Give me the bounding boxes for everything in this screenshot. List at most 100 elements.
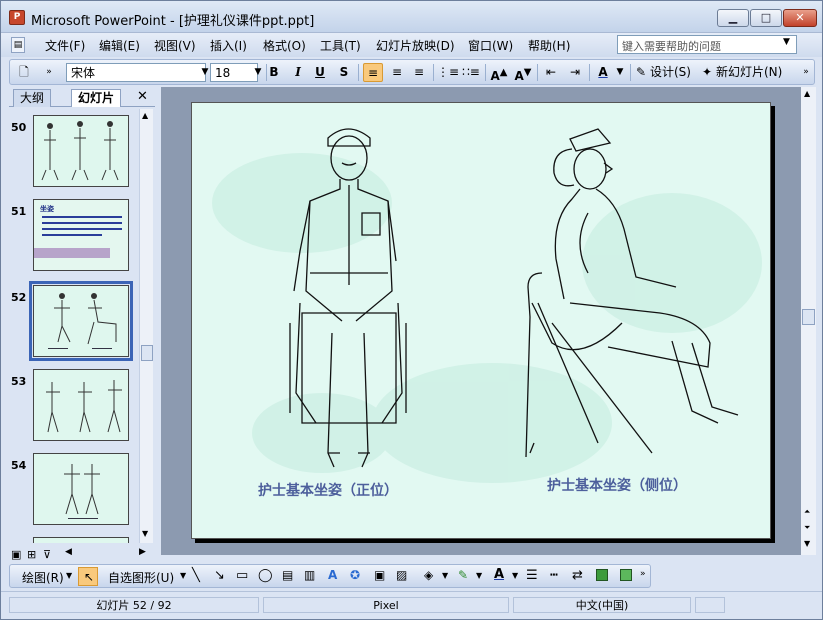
slideshow-view-icon[interactable]: ⊽ bbox=[43, 548, 51, 561]
slide-thumbnail-53[interactable] bbox=[33, 369, 129, 441]
caption-side-posture[interactable]: 护士基本坐姿（侧位） bbox=[547, 475, 687, 495]
arrow-style-icon[interactable]: ⇄ bbox=[572, 568, 583, 583]
line-color-dropdown-icon[interactable]: ▼ bbox=[476, 571, 482, 580]
font-name-select[interactable]: 宋体 bbox=[66, 63, 206, 82]
increase-indent-icon[interactable]: ⇥ bbox=[565, 63, 585, 82]
menu-edit[interactable]: 编辑(E) bbox=[99, 37, 140, 54]
scroll-thumb[interactable] bbox=[141, 345, 153, 361]
tab-slides[interactable]: 幻灯片 bbox=[71, 89, 122, 107]
fill-color-icon[interactable]: ◈ bbox=[424, 568, 433, 582]
align-left-icon[interactable]: ≡ bbox=[363, 63, 383, 82]
picture-icon[interactable]: ▨ bbox=[396, 568, 407, 582]
fill-dropdown-icon[interactable]: ▼ bbox=[442, 571, 448, 580]
slide-thumbnail-50[interactable] bbox=[33, 115, 129, 187]
close-button[interactable]: ✕ bbox=[783, 9, 817, 27]
menu-tools[interactable]: 工具(T) bbox=[320, 37, 361, 54]
3d-style-icon[interactable] bbox=[620, 569, 632, 581]
slide-sorter-view-icon[interactable]: ⊞ bbox=[27, 548, 36, 561]
increase-font-icon[interactable]: A▲ bbox=[489, 63, 509, 83]
drawing-toolbar: 绘图(R) ▼ ↖ 自选图形(U) ▼ ╲ ↘ ▭ ◯ ▤ ▥ A ✪ ▣ ▨ … bbox=[9, 564, 651, 588]
oval-icon[interactable]: ◯ bbox=[258, 568, 273, 583]
powerpoint-app-icon[interactable]: P bbox=[9, 10, 25, 25]
slide-thumbnail-54[interactable] bbox=[33, 453, 129, 525]
dash-style-icon[interactable]: ┅ bbox=[550, 568, 558, 583]
line-color-icon[interactable]: ✎ bbox=[458, 568, 468, 582]
textbox-icon[interactable]: ▤ bbox=[282, 568, 293, 582]
scroll-up-icon[interactable]: ▲ bbox=[804, 89, 810, 98]
autoshapes-dropdown-icon[interactable]: ▼ bbox=[180, 571, 186, 580]
help-dropdown-icon[interactable]: ▼ bbox=[783, 37, 790, 47]
next-slide-icon[interactable]: ⏷ bbox=[804, 523, 810, 533]
tab-outline[interactable]: 大纲 bbox=[13, 89, 52, 107]
pane-close-icon[interactable]: ✕ bbox=[137, 89, 148, 104]
font-color-dropdown-icon[interactable]: ▼ bbox=[512, 571, 518, 580]
align-right-icon[interactable]: ≡ bbox=[409, 63, 429, 82]
clipart-icon[interactable]: ▣ bbox=[374, 568, 385, 582]
align-center-icon[interactable]: ≡ bbox=[387, 63, 407, 82]
menu-help[interactable]: 帮助(H) bbox=[528, 37, 570, 54]
new-slide-icon[interactable]: ✦ bbox=[700, 63, 714, 82]
scroll-thumb[interactable] bbox=[802, 309, 815, 325]
line-style-icon[interactable]: ☰ bbox=[526, 568, 538, 583]
help-search-input[interactable]: 键入需要帮助的问题 bbox=[617, 35, 797, 54]
thumbnail-scrollbar[interactable]: ▲ ▼ bbox=[139, 109, 153, 543]
diagram-icon[interactable]: ✪ bbox=[350, 568, 360, 582]
toolbar-options-icon[interactable]: » bbox=[800, 63, 812, 82]
maximize-button[interactable]: □ bbox=[750, 9, 782, 27]
font-color-icon[interactable]: A bbox=[593, 63, 613, 82]
wordart-icon[interactable]: A bbox=[328, 568, 337, 582]
scroll-down-icon[interactable]: ▼ bbox=[804, 539, 810, 548]
thumbnail-figures bbox=[64, 464, 100, 519]
shadow-button[interactable]: S bbox=[334, 63, 354, 82]
draw-dropdown-icon[interactable]: ▼ bbox=[66, 571, 72, 580]
size-dropdown-icon[interactable]: ▼ bbox=[252, 63, 264, 82]
toolbar-options-icon[interactable]: » bbox=[640, 569, 646, 579]
font-size-select[interactable]: 18 bbox=[210, 63, 258, 82]
slide-thumbnail-51[interactable]: 坐姿 bbox=[33, 199, 129, 271]
separator bbox=[537, 64, 538, 81]
numbering-icon[interactable]: ⋮≡ bbox=[437, 63, 459, 82]
menu-format[interactable]: 格式(O) bbox=[263, 37, 306, 54]
bold-button[interactable]: B bbox=[264, 63, 284, 82]
rectangle-icon[interactable]: ▭ bbox=[236, 568, 248, 583]
new-slide-button[interactable]: 新幻灯片(N) bbox=[716, 63, 792, 82]
previous-slide-icon[interactable]: ⏶ bbox=[804, 507, 810, 517]
bullets-icon[interactable]: ∷≡ bbox=[461, 63, 481, 82]
italic-button[interactable]: I bbox=[288, 63, 308, 82]
doc-icon[interactable]: ▤ bbox=[11, 37, 25, 53]
scroll-right-icon[interactable]: ▶ bbox=[139, 547, 146, 557]
underline-button[interactable]: U bbox=[310, 63, 330, 82]
menu-insert[interactable]: 插入(I) bbox=[210, 37, 247, 54]
menu-view[interactable]: 视图(V) bbox=[154, 37, 196, 54]
draw-menu-button[interactable]: 绘图(R) bbox=[22, 569, 64, 586]
menu-file[interactable]: 文件(F) bbox=[45, 37, 85, 54]
caption-front-posture[interactable]: 护士基本坐姿（正位） bbox=[258, 480, 398, 500]
decrease-indent-icon[interactable]: ⇤ bbox=[541, 63, 561, 82]
toolbar-options-icon[interactable]: » bbox=[44, 63, 54, 82]
normal-view-icon[interactable]: ▣ bbox=[11, 548, 21, 561]
menu-window[interactable]: 窗口(W) bbox=[468, 37, 513, 54]
menu-slideshow[interactable]: 幻灯片放映(D) bbox=[376, 37, 455, 54]
shadow-style-icon[interactable] bbox=[596, 569, 608, 581]
autoshapes-menu-button[interactable]: 自选图形(U) bbox=[108, 569, 174, 586]
design-button[interactable]: 设计(S) bbox=[650, 63, 698, 82]
vertical-textbox-icon[interactable]: ▥ bbox=[304, 568, 315, 582]
scroll-down-icon[interactable]: ▼ bbox=[142, 529, 148, 538]
new-document-icon[interactable]: 🗋 bbox=[16, 63, 32, 82]
slide-thumbnail-55[interactable] bbox=[33, 537, 129, 543]
design-icon[interactable]: ✎ bbox=[634, 63, 648, 82]
font-color-icon[interactable]: A bbox=[494, 567, 504, 582]
scroll-up-icon[interactable]: ▲ bbox=[142, 111, 148, 120]
font-color-dropdown-icon[interactable]: ▼ bbox=[615, 63, 625, 82]
slide-number: 51 bbox=[11, 205, 27, 218]
current-slide[interactable]: 护士基本坐姿（正位） 护士基本坐姿（侧位） bbox=[191, 102, 771, 539]
slide-position-status: 幻灯片 52 / 92 bbox=[9, 597, 259, 613]
decrease-font-icon[interactable]: A▼ bbox=[513, 63, 533, 83]
line-icon[interactable]: ╲ bbox=[192, 568, 200, 583]
scroll-left-icon[interactable]: ◀ bbox=[65, 547, 72, 557]
select-pointer-icon[interactable]: ↖ bbox=[78, 567, 98, 586]
slide-thumbnail-52[interactable] bbox=[29, 281, 133, 361]
minimize-button[interactable]: ▁ bbox=[717, 9, 749, 27]
arrow-icon[interactable]: ↘ bbox=[214, 568, 225, 583]
slide-scrollbar[interactable]: ▲ ⏶ ⏷ ▼ bbox=[801, 87, 816, 555]
